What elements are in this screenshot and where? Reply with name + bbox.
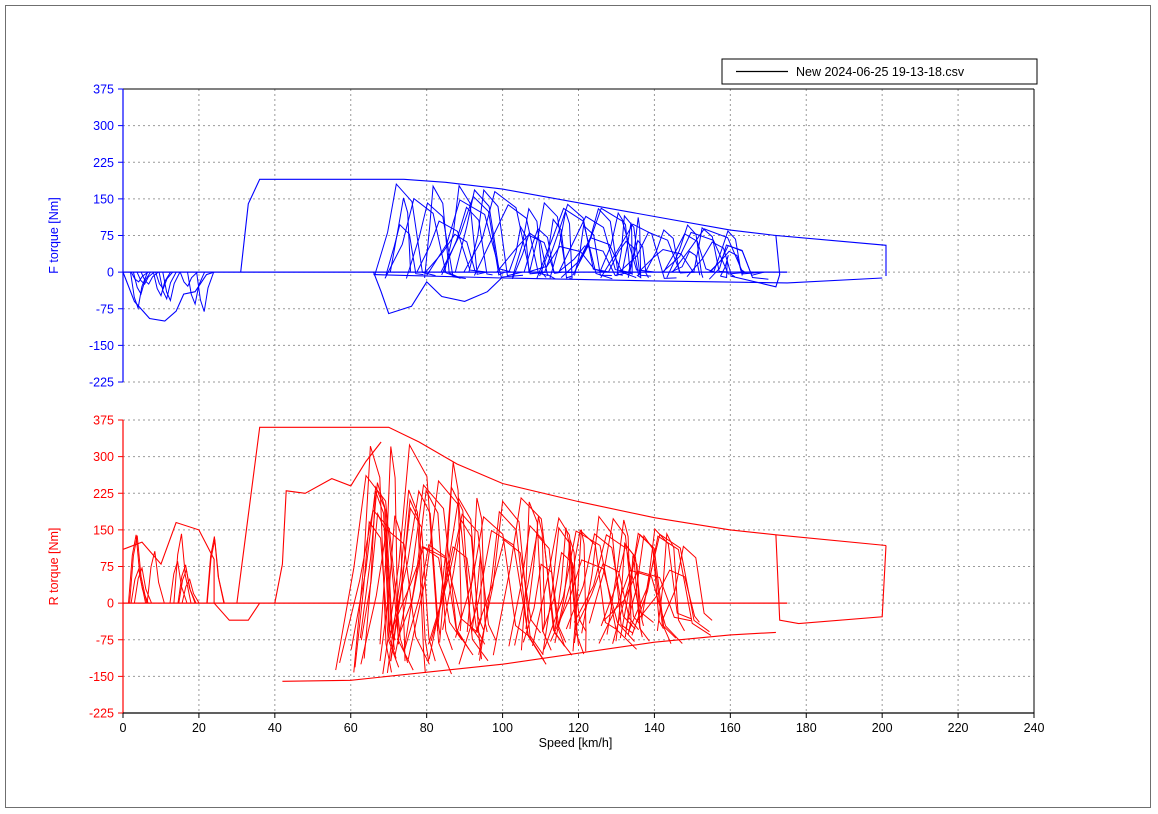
torque-vs-speed-chart: 375 300 225 150 75 0 -75 -150 -225 F torque [Nm] 3… bbox=[47, 58, 1044, 751]
front-trace-cycle bbox=[426, 199, 524, 278]
front-trace-cycle bbox=[424, 184, 461, 279]
x-tick-label: 60 bbox=[344, 721, 358, 735]
front-y-tick-label: 75 bbox=[100, 229, 114, 243]
legend-label: New 2024-06-25 19-13-18.csv bbox=[796, 65, 965, 79]
front-trace-cycle bbox=[441, 206, 493, 276]
front-y-tick-label: -225 bbox=[89, 376, 114, 390]
front-y-tick-label: 225 bbox=[93, 156, 114, 170]
x-tick-label: 200 bbox=[872, 721, 893, 735]
rear-y-tick-label: 75 bbox=[100, 560, 114, 574]
front-y-tick-label: -75 bbox=[96, 302, 114, 316]
rear-trace-outer bbox=[775, 534, 887, 625]
x-tick-label: 120 bbox=[568, 721, 589, 735]
front-trace-mid_decel bbox=[372, 271, 503, 315]
front-trace-cycle bbox=[644, 229, 684, 273]
x-tick-label: 140 bbox=[644, 721, 665, 735]
rear-y-tick-label: 150 bbox=[93, 523, 114, 537]
x-tick-label: 180 bbox=[796, 721, 817, 735]
front-y-tick-label: -150 bbox=[89, 339, 114, 353]
rear-trace-cycle bbox=[430, 513, 497, 642]
chart-frame: 375 300 225 150 75 0 -75 -150 -225 F torque [Nm] 3… bbox=[5, 5, 1151, 808]
front-trace-cycle bbox=[574, 207, 656, 273]
front-y-axis-label: F torque [Nm] bbox=[47, 197, 61, 273]
front-trace-cycle bbox=[536, 207, 613, 280]
x-tick-label: 80 bbox=[420, 721, 434, 735]
rear-y-tick-label: -225 bbox=[89, 707, 114, 721]
rear-trace-lowspeed bbox=[206, 536, 225, 604]
rear-y-tick-label: 0 bbox=[107, 597, 114, 611]
rear-y-tick-label: 375 bbox=[93, 414, 114, 428]
rear-trace-cycle bbox=[428, 496, 482, 660]
front-trace-lowspeed bbox=[187, 271, 206, 306]
rear-y-tick-label: 300 bbox=[93, 450, 114, 464]
series-layer bbox=[122, 178, 887, 682]
x-axis-label: Speed [km/h] bbox=[539, 736, 613, 750]
x-tick-label: 0 bbox=[120, 721, 127, 735]
x-tick-label: 160 bbox=[720, 721, 741, 735]
x-tick-label: 240 bbox=[1024, 721, 1045, 735]
front-y-tick-label: 300 bbox=[93, 119, 114, 133]
rear-y-tick-label: -150 bbox=[89, 670, 114, 684]
x-tick-label: 100 bbox=[492, 721, 513, 735]
rear-trace-lowspeed bbox=[173, 533, 192, 604]
rear-y-axis-label: R torque [Nm] bbox=[47, 528, 61, 606]
front-trace-cycle bbox=[468, 188, 523, 277]
rear-y-tick-label: 225 bbox=[93, 487, 114, 501]
rear-trace-cycle bbox=[631, 535, 712, 636]
rear-trace-cycle bbox=[404, 543, 470, 650]
x-tick-label: 40 bbox=[268, 721, 282, 735]
rear-trace-lowspeed bbox=[146, 551, 165, 604]
x-tick-label: 220 bbox=[948, 721, 969, 735]
x-tick-label: 20 bbox=[192, 721, 206, 735]
front-y-tick-label: 0 bbox=[107, 266, 114, 280]
front-trace-cycle bbox=[508, 225, 531, 274]
front-y-tick-label: 150 bbox=[93, 192, 114, 206]
rear-trace-lowspeed bbox=[128, 534, 147, 604]
front-y-tick-label: 375 bbox=[93, 83, 114, 97]
grid-lines bbox=[123, 89, 1035, 714]
rear-trace-cycle bbox=[581, 515, 634, 634]
axes-layer: 375 300 225 150 75 0 -75 -150 -225 F torque [Nm] 3… bbox=[47, 83, 1044, 751]
rear-y-tick-label: -75 bbox=[96, 633, 114, 647]
rear-trace-mid_accel bbox=[274, 441, 382, 604]
rear-trace-low_speed bbox=[122, 521, 261, 621]
rear-trace-cycle bbox=[572, 529, 587, 652]
legend: New 2024-06-25 19-13-18.csv bbox=[721, 58, 1038, 85]
front-trace-cycle bbox=[385, 223, 424, 276]
